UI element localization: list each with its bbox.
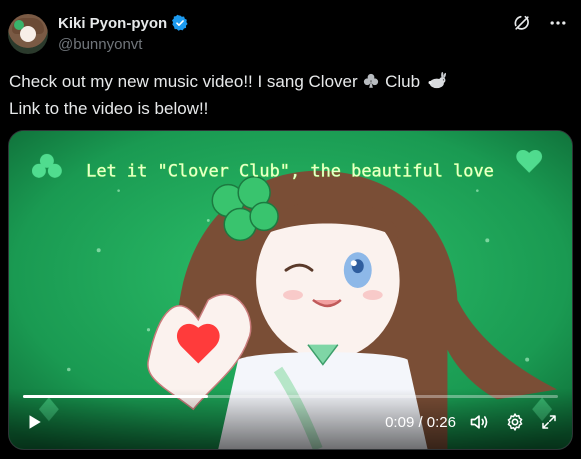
grok-icon[interactable] [511,12,533,34]
rabbit-icon [425,71,447,97]
avatar[interactable] [8,14,48,54]
tweet-text: Check out my new music video!! I sang Cl… [9,70,569,121]
tweet-line-1: Check out my new music video!! I sang Cl… [9,70,569,97]
video-progress-bar[interactable] [23,395,558,398]
play-icon[interactable] [21,409,47,435]
avatar-clover [14,20,24,30]
tweet-line-2: Link to the video is below!! [9,99,209,118]
top-actions [511,12,569,34]
tweet-line-1-text: Check out my new music video!! I sang Cl… [9,72,358,91]
volume-icon[interactable] [466,409,492,435]
video-lyric: Let it "Clover Club", the beautiful love [86,161,494,181]
settings-gear-icon[interactable] [502,409,528,435]
tweet-line-1-club: Club [385,72,421,91]
video-progress-fill [23,395,209,398]
author-display-name[interactable]: Kiki Pyon-pyon [58,15,167,32]
video-time: 0:09 / 0:26 [385,414,456,431]
club-suit-icon [362,72,380,97]
video-controls: 0:09 / 0:26 [9,389,572,449]
fullscreen-icon[interactable] [536,409,562,435]
author-handle[interactable]: @bunnyonvt [58,36,142,53]
author-name-row: Kiki Pyon-pyon [58,14,189,32]
tweet-header: Kiki Pyon-pyon @bunnyonvt [0,0,581,60]
video-player[interactable]: Let it "Clover Club", the beautiful love… [8,130,573,450]
more-icon[interactable] [547,12,569,34]
verified-badge-icon[interactable] [171,14,189,32]
